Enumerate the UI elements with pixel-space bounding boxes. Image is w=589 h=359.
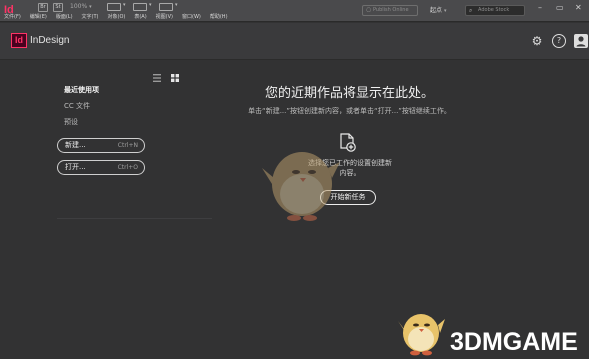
menu-bar: Id Br St 100% ▾ ▾ ▾ ▾ 文件(F) 编辑(E) 版面(L) … xyxy=(0,0,589,22)
new-document-icon xyxy=(340,133,356,153)
minimize-icon[interactable]: – xyxy=(538,3,542,12)
menu-file[interactable]: 文件(F) xyxy=(4,13,21,22)
divider xyxy=(57,218,212,219)
maximize-icon[interactable]: ▭ xyxy=(556,3,564,12)
chevron-down-icon: ▾ xyxy=(89,4,92,10)
indesign-logo: Id xyxy=(11,33,27,48)
menu-row: 文件(F) 编辑(E) 版面(L) 文字(T) 对象(O) 表(A) 视图(V)… xyxy=(4,13,237,22)
list-view-icon[interactable] xyxy=(152,68,162,82)
stock-button[interactable]: St xyxy=(53,3,63,12)
chevron-down-icon: ▾ xyxy=(123,2,126,8)
watermark-text: 3DMGAME xyxy=(450,328,578,356)
home-header: Id InDesign ⚙ ? xyxy=(0,23,589,60)
open-button-shortcut: Ctrl+O xyxy=(117,164,138,171)
menu-view[interactable]: 视图(V) xyxy=(156,13,173,22)
search-placeholder: Adobe Stock xyxy=(478,7,510,13)
close-icon[interactable]: ✕ xyxy=(575,3,582,12)
view-options-icon[interactable] xyxy=(107,3,121,11)
bridge-button[interactable]: Br xyxy=(38,3,48,12)
zoom-select[interactable]: 100% ▾ xyxy=(70,3,92,10)
publish-online-label: Publish Online xyxy=(373,7,409,13)
menu-table[interactable]: 表(A) xyxy=(134,13,146,22)
screen-mode-icon[interactable] xyxy=(133,3,147,11)
empty-state-heading: 您的近期作品将显示在此处。 xyxy=(264,86,434,101)
workspace-switcher[interactable]: 起点 ▾ xyxy=(430,5,446,14)
publish-icon: ⎔ xyxy=(366,7,372,14)
chevron-down-icon: ▾ xyxy=(149,2,152,8)
zoom-value: 100% xyxy=(70,3,88,10)
menu-window[interactable]: 窗口(W) xyxy=(182,13,201,22)
adobe-stock-search-input[interactable]: ⌕ Adobe Stock xyxy=(465,5,525,16)
watermark-mascot-image xyxy=(262,152,340,221)
gear-icon[interactable]: ⚙ xyxy=(530,34,544,48)
new-button-label: 新建... xyxy=(65,141,86,149)
new-button[interactable]: 新建... Ctrl+N xyxy=(57,138,145,153)
search-icon: ⌕ xyxy=(469,7,473,14)
menu-type[interactable]: 文字(T) xyxy=(82,13,99,22)
arrange-documents-icon[interactable] xyxy=(159,3,173,11)
new-button-shortcut: Ctrl+N xyxy=(117,142,138,149)
watermark-logo-mascot xyxy=(398,314,445,356)
menu-object[interactable]: 对象(O) xyxy=(108,13,126,22)
app-title: InDesign xyxy=(30,35,70,46)
publish-online-button[interactable]: ⎔ Publish Online xyxy=(362,5,418,16)
open-button[interactable]: 打开... Ctrl+O xyxy=(57,160,145,175)
user-avatar-icon[interactable] xyxy=(574,34,588,48)
help-icon[interactable]: ? xyxy=(552,34,566,48)
empty-state-subtext: 单击“新建...”按钮创建新内容，或者单击“打开...”按钮继续工作。 xyxy=(248,107,451,115)
workspace-label: 起点 xyxy=(430,7,443,14)
menu-edit[interactable]: 编辑(E) xyxy=(30,13,47,22)
open-button-label: 打开... xyxy=(65,163,86,171)
nav-item-presets[interactable]: 预设 xyxy=(64,116,164,132)
grid-view-icon[interactable] xyxy=(170,68,180,82)
menu-help[interactable]: 帮助(H) xyxy=(210,13,228,22)
chevron-down-icon: ▾ xyxy=(175,2,178,8)
chevron-down-icon: ▾ xyxy=(443,8,447,14)
menu-layout[interactable]: 版面(L) xyxy=(56,13,73,22)
